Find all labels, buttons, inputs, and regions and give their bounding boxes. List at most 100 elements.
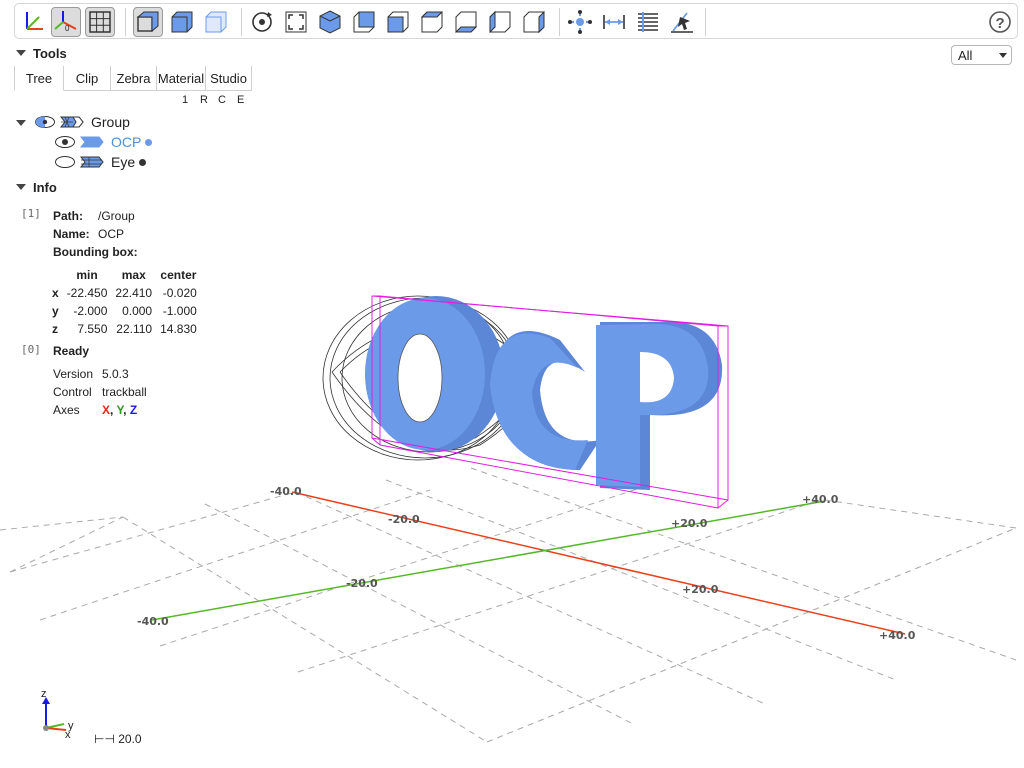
info-entry-index: [0] — [21, 343, 41, 356]
scale-value: 20.0 — [118, 732, 142, 746]
axis-separator: , — [123, 403, 130, 417]
svg-text:0: 0 — [65, 24, 70, 33]
tree-option-expand[interactable]: E — [237, 94, 244, 106]
svg-text:?: ? — [996, 15, 1005, 32]
bbox-min: -2.000 — [73, 304, 108, 318]
y-axis-line — [151, 500, 826, 621]
chevron-down-icon — [999, 53, 1007, 58]
tools-header[interactable]: Tools — [33, 46, 67, 61]
bbox-center: -0.020 — [162, 286, 197, 300]
help-icon[interactable]: ? — [985, 7, 1015, 37]
bottom-view-icon[interactable] — [451, 7, 481, 37]
bbox-center: -1.000 — [162, 304, 197, 318]
tab-clip[interactable]: Clip — [64, 66, 111, 90]
tree-option-collapse[interactable]: C — [218, 94, 226, 106]
color-swatch — [145, 138, 153, 146]
bounding-box-table: min max center x -22.450 22.410 -0.020 y… — [48, 266, 201, 338]
bbox-axis: y — [52, 304, 59, 318]
tab-material[interactable]: Material — [157, 66, 206, 90]
mini-axis-x-label: x — [65, 729, 71, 741]
bbox-max: 0.000 — [122, 304, 153, 318]
x-tick-label: -40.0 — [270, 485, 302, 498]
axes0-icon[interactable]: 0 — [51, 7, 81, 37]
reset-view-icon[interactable] — [247, 7, 277, 37]
axes-icon[interactable] — [19, 7, 49, 37]
rear-view-icon[interactable] — [383, 7, 413, 37]
resize-icon[interactable] — [281, 7, 311, 37]
bbox-max: 22.410 — [115, 286, 153, 300]
group-collapse-icon[interactable] — [16, 120, 26, 126]
axis-x-label: X — [102, 403, 111, 417]
y-tick-label: +40.0 — [802, 493, 839, 506]
iso-view-icon[interactable] — [315, 7, 345, 37]
bbox-header: center — [160, 268, 197, 282]
mesh-half-visible-icon[interactable] — [59, 115, 85, 129]
object-filter-select[interactable]: All — [951, 45, 1012, 65]
toolbar: 0 ? — [14, 3, 1018, 39]
axis-z-label: Z — [129, 403, 138, 417]
transparent-icon[interactable] — [201, 7, 231, 37]
version-value: 5.0.3 — [102, 367, 129, 381]
front-view-icon[interactable] — [349, 7, 379, 37]
eye-visible-icon[interactable] — [54, 135, 76, 149]
perspective-icon[interactable] — [133, 7, 163, 37]
tree-option-reset[interactable]: R — [200, 94, 208, 106]
mini-axis-z-label: z — [41, 688, 47, 700]
ocp-model[interactable] — [365, 296, 723, 490]
table-row: z 7.550 22.110 14.830 — [48, 320, 201, 338]
version-label: Version — [53, 367, 94, 381]
status-text: Ready — [53, 344, 90, 358]
tab-zebra[interactable]: Zebra — [111, 66, 157, 90]
tree-node-label: Group — [91, 114, 130, 130]
right-view-icon[interactable] — [519, 7, 549, 37]
tree-node-group[interactable]: Group — [34, 113, 130, 131]
info-entry-index: [1] — [21, 207, 41, 220]
path-value: /Group — [98, 209, 135, 223]
tab-tree[interactable]: Tree — [14, 66, 64, 91]
control-value: trackball — [102, 385, 147, 399]
axes-label: Axes — [53, 403, 80, 417]
orientation-gizmo: z y x — [41, 688, 74, 741]
grid-icon[interactable] — [85, 7, 115, 37]
control-label: Control — [53, 385, 92, 399]
measure-properties-icon[interactable] — [633, 7, 663, 37]
y-tick-label: -40.0 — [137, 615, 169, 628]
bbox-min: 7.550 — [77, 322, 108, 336]
object-filter-value: All — [958, 48, 973, 63]
bbox-header: max — [121, 268, 146, 282]
eye-hidden-icon[interactable] — [54, 155, 76, 169]
table-row: x -22.450 22.410 -0.020 — [48, 284, 201, 302]
mesh-edges-icon[interactable] — [79, 155, 105, 169]
ortho-cube-icon[interactable] — [167, 7, 197, 37]
axes-value: X, Y, Z — [102, 403, 137, 417]
name-value: OCP — [98, 227, 125, 241]
left-view-icon[interactable] — [485, 7, 515, 37]
mesh-visible-icon[interactable] — [79, 135, 105, 149]
grid-plane — [0, 467, 1017, 743]
tab-studio[interactable]: Studio — [206, 66, 252, 90]
tools-collapse-icon[interactable] — [16, 50, 26, 56]
name-label: Name: — [53, 227, 90, 241]
bbox-corner — [48, 266, 63, 284]
y-tick-label: +20.0 — [671, 517, 708, 530]
3d-viewport[interactable]: -40.0 -20.0 +20.0 +40.0 -40.0 -20.0 +20.… — [0, 0, 1024, 768]
tree-node-label: OCP — [111, 134, 142, 150]
scale-indicator: ⊢⊣ 20.0 — [94, 732, 142, 746]
bbox-max: 22.110 — [116, 322, 153, 336]
scale-icon: ⊢⊣ — [94, 732, 115, 746]
path-label: Path: — [53, 209, 83, 223]
eye-half-visible-icon[interactable] — [34, 115, 56, 129]
info-header[interactable]: Info — [33, 180, 57, 195]
tree-option-level-1[interactable]: 1 — [182, 94, 188, 106]
select-icon[interactable] — [667, 7, 697, 37]
tree-node-ocp[interactable]: OCP — [54, 133, 153, 151]
explode-icon[interactable] — [565, 7, 595, 37]
x-tick-label: +20.0 — [682, 583, 719, 596]
tree-node-label: Eye — [111, 154, 136, 170]
tree-node-eye[interactable]: Eye — [54, 153, 147, 171]
y-tick-label: -20.0 — [346, 577, 378, 590]
bbox-axis: z — [52, 322, 58, 336]
top-view-icon[interactable] — [417, 7, 447, 37]
measure-distance-icon[interactable] — [599, 7, 629, 37]
info-collapse-icon[interactable] — [16, 184, 26, 190]
